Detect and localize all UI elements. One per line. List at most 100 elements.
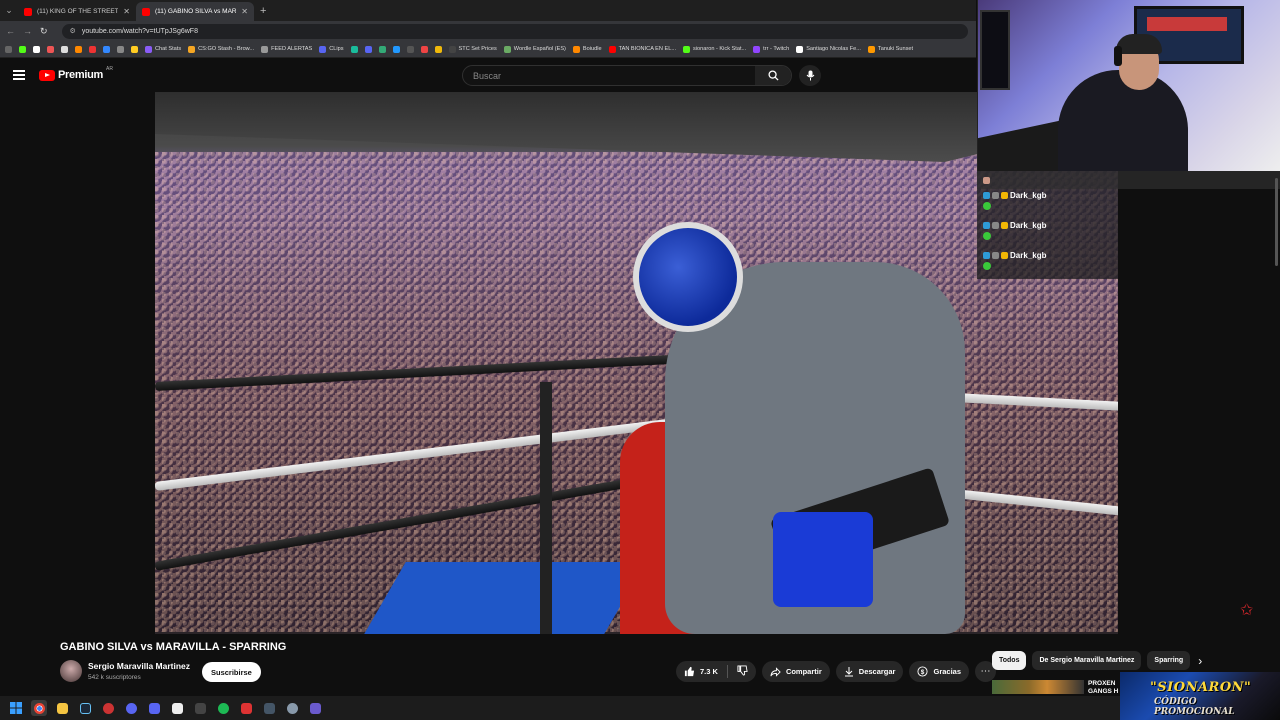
emote-icon (983, 202, 991, 210)
site-info-icon[interactable]: ⚙ (70, 27, 76, 35)
close-tab-icon[interactable]: ✕ (123, 7, 130, 16)
like-button[interactable]: 7.3 K (684, 666, 718, 677)
app-icon[interactable] (261, 700, 277, 716)
download-icon (844, 667, 853, 677)
webcam-monitor (980, 10, 1010, 90)
thanks-button[interactable]: $ Gracias (909, 661, 970, 682)
bookmark-tan-bionica[interactable]: TAN BIONICA EN EL... (608, 45, 676, 53)
youtube-header: Premium AR (0, 58, 976, 92)
share-button[interactable]: Compartir (761, 661, 830, 682)
reload-icon[interactable]: ↻ (40, 26, 48, 37)
apps-icon[interactable] (5, 45, 12, 53)
url-text: youtube.com/watch?v=tUTpJSg6wF8 (81, 27, 198, 35)
promo-code: "SIONARON" (1150, 680, 1252, 695)
bookmark-icon[interactable] (103, 45, 110, 53)
forward-icon[interactable]: → (23, 26, 32, 36)
bookmark-stc-set-prices[interactable]: STC Set Prices (448, 45, 497, 53)
search-input[interactable] (463, 70, 755, 81)
search-button[interactable] (755, 66, 791, 85)
chat-username: Dark_kgb (1010, 251, 1047, 260)
bookmark-icon[interactable] (406, 45, 414, 53)
streamer-body (1058, 70, 1188, 171)
channel-name[interactable]: Sergio Maravilla Martinez (88, 661, 190, 671)
file-explorer-icon[interactable] (54, 700, 70, 716)
search-icon (767, 70, 779, 81)
url-field[interactable]: ⚙ youtube.com/watch?v=tUTpJSg6wF8 (61, 23, 968, 39)
bookmark-csgo-stash[interactable]: CS:GO Stash - Brow... (188, 45, 254, 53)
app-icon[interactable] (307, 700, 323, 716)
bookmark-icon[interactable] (434, 45, 442, 53)
chip-sparring[interactable]: Sparring (1147, 651, 1191, 670)
bookmark-tanuki-sunset[interactable]: Tanuki Sunset (867, 45, 913, 53)
stream-chat-overlay: Dark_kgb Dark_kgb Dark_kgb (977, 171, 1280, 281)
video-title: GABINO SILVA vs MARAVILLA - SPARRING (60, 641, 287, 653)
like-count: 7.3 K (700, 667, 718, 676)
bookmark-icon[interactable] (392, 45, 400, 53)
related-video-title[interactable]: PROXEN GANGS H (1088, 680, 1118, 696)
bookmark-icon[interactable] (350, 45, 358, 53)
windows-start-icon[interactable] (8, 700, 24, 716)
bookmark-icon[interactable] (47, 45, 54, 53)
chrome-icon[interactable] (31, 700, 47, 716)
bookmark-icon[interactable] (131, 45, 138, 53)
steam-icon[interactable] (77, 700, 93, 716)
back-icon[interactable]: ← (6, 26, 15, 36)
spotify-icon[interactable] (215, 700, 231, 716)
youtube-premium-logo[interactable]: Premium AR (39, 66, 113, 81)
youtube-favicon-icon (24, 7, 32, 16)
chat-scrollbar[interactable] (1275, 178, 1278, 266)
bookmark-chat-stats[interactable]: Chat Stats (145, 45, 181, 53)
bookmark-icon[interactable] (364, 45, 372, 53)
bookmark-icon[interactable] (33, 45, 40, 53)
new-tab-icon[interactable]: + (260, 5, 266, 17)
related-video-thumbnail[interactable] (992, 680, 1084, 694)
bookmark-santiago[interactable]: Santiago Nicolas Fe... (796, 45, 861, 53)
bookmark-icon[interactable] (19, 45, 26, 53)
browser-tab[interactable]: (11) KING OF THE STREETS: - Yo ✕ (18, 2, 136, 21)
close-tab-icon[interactable]: ✕ (241, 7, 248, 16)
download-button[interactable]: Descargar (835, 661, 904, 682)
bookmark-icon[interactable] (61, 45, 68, 53)
badge-icon (1001, 222, 1008, 229)
bookmark-clips[interactable]: CLips (319, 45, 344, 53)
bookmark-wordle[interactable]: Wordle Español (ES) (503, 45, 566, 53)
bookmark-boiudle[interactable]: Boiudle (572, 45, 602, 53)
browser-tab-active[interactable]: (11) GABINO SILVA vs MARA ✕ (136, 2, 254, 21)
badge-icon (1001, 252, 1008, 259)
chat-message: Dark_kgb (977, 249, 1280, 279)
chip-channel[interactable]: De Sergio Maravilla Martinez (1032, 651, 1142, 670)
app-icon[interactable] (192, 700, 208, 716)
dislike-button[interactable] (737, 665, 748, 678)
promo-caption: CÓDIGO PROMOCIONAL (1154, 697, 1235, 717)
voice-search-button[interactable] (799, 65, 821, 86)
app-icon[interactable] (284, 700, 300, 716)
discord-icon[interactable] (123, 700, 139, 716)
video-frame-mat (364, 562, 646, 634)
tab-search-icon[interactable]: ⌄ (0, 0, 18, 21)
subscribe-button[interactable]: Suscribirse (202, 662, 261, 682)
bookmark-icon[interactable] (89, 45, 96, 53)
windows-taskbar (0, 696, 1120, 720)
bookmark-icon[interactable] (117, 45, 124, 53)
microphone-icon (806, 70, 814, 81)
logo-text: Premium (58, 69, 103, 81)
bookmark-twitch[interactable]: trr - Twitch (753, 45, 789, 53)
menu-icon[interactable] (13, 70, 25, 80)
channel-avatar[interactable] (60, 660, 82, 682)
browser-alt-icon[interactable] (100, 700, 116, 716)
app-icon[interactable] (146, 700, 162, 716)
badge-icon (992, 192, 999, 199)
app-icon[interactable] (238, 700, 254, 716)
bookmark-icon[interactable] (420, 45, 428, 53)
bookmark-icon[interactable] (378, 45, 386, 53)
streamer-hair (1116, 34, 1162, 54)
bookmark-sionaron-kick[interactable]: sionaron - Kick Stat... (683, 45, 746, 53)
obs-icon[interactable] (169, 700, 185, 716)
chip-all[interactable]: Todos (992, 651, 1027, 670)
chevron-right-icon[interactable]: › (1198, 654, 1202, 668)
video-player[interactable] (155, 92, 1118, 634)
badge-icon (992, 222, 999, 229)
bookmark-feed-alertas[interactable]: FEED ALERTAS (261, 45, 312, 53)
subscriber-count: 542 k suscriptores (88, 674, 141, 681)
bookmark-icon[interactable] (75, 45, 82, 53)
